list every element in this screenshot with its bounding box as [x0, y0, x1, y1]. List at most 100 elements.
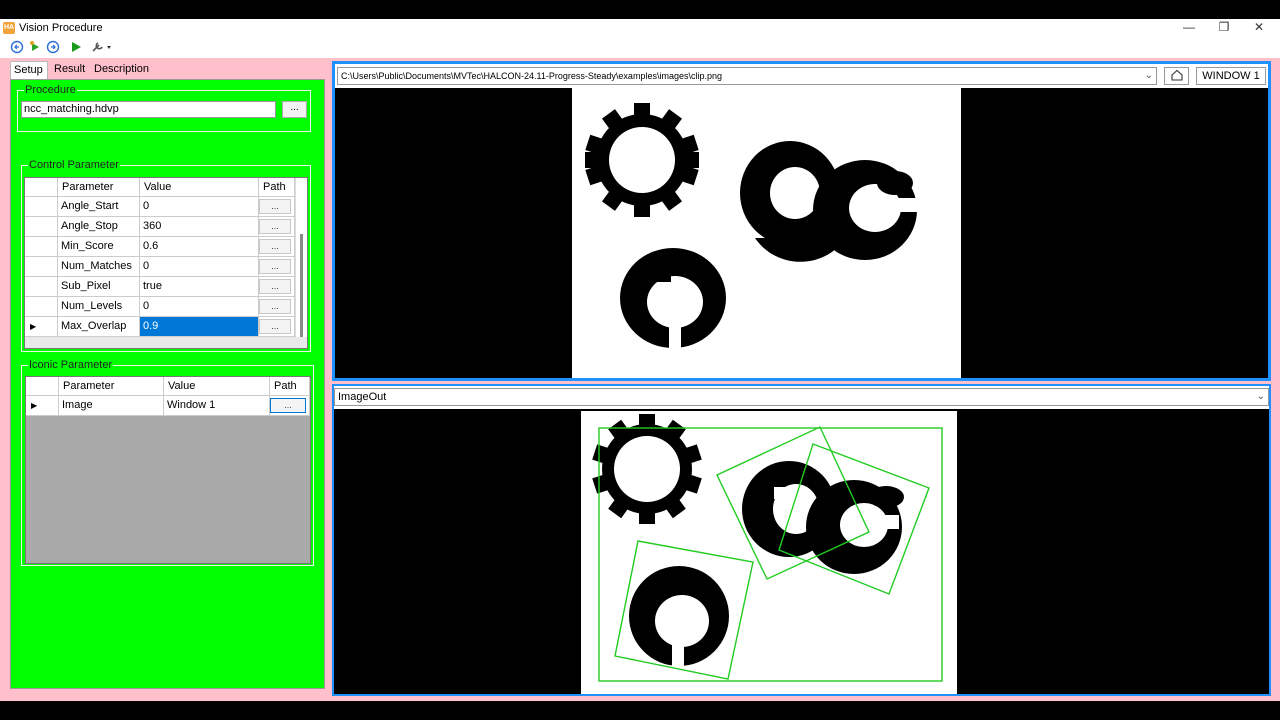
- parameter-value-cell[interactable]: Window 1: [164, 396, 270, 416]
- image-path-dropdown[interactable]: C:\Users\Public\Documents\MVTec\HALCON-2…: [337, 67, 1157, 85]
- table-row[interactable]: Sub_Pixel true...: [25, 277, 295, 297]
- path-browse-button[interactable]: ...: [259, 199, 291, 214]
- path-browse-button[interactable]: ...: [259, 259, 291, 274]
- input-image-viewer: C:\Users\Public\Documents\MVTec\HALCON-2…: [332, 61, 1271, 381]
- parameter-name-cell[interactable]: Min_Score: [58, 237, 140, 257]
- control-parameter-group: Control Parameter Parameter Value Path A…: [21, 159, 311, 352]
- path-cell: ...: [259, 297, 295, 317]
- tab-description[interactable]: Description: [91, 61, 152, 78]
- forward-circle-icon[interactable]: [45, 40, 61, 55]
- path-cell: ...: [259, 217, 295, 237]
- run-step-icon[interactable]: [27, 40, 43, 55]
- table-row[interactable]: Num_Levels 0...: [25, 297, 295, 317]
- parameter-value-cell[interactable]: 0.9: [140, 317, 259, 337]
- path-browse-button[interactable]: ...: [259, 219, 291, 234]
- output-select-dropdown[interactable]: ImageOut ⌄: [334, 388, 1269, 406]
- procedure-browse-button[interactable]: ...: [282, 101, 307, 118]
- toolbar: [0, 37, 1280, 58]
- tab-result[interactable]: Result: [51, 61, 88, 78]
- parameter-name-cell[interactable]: Angle_Start: [58, 197, 140, 217]
- parameter-value-cell[interactable]: 0: [140, 197, 259, 217]
- tab-setup[interactable]: Setup: [10, 61, 48, 80]
- path-browse-button[interactable]: ...: [259, 279, 291, 294]
- table-row[interactable]: ▶ Max_Overlap 0.9...: [25, 317, 295, 337]
- minimize-button[interactable]: —: [1174, 19, 1204, 37]
- path-cell: ...: [259, 257, 295, 277]
- iconic-parameter-group: Iconic Parameter Parameter Value Path ▶ …: [21, 359, 314, 566]
- parameter-value-cell[interactable]: 0.6: [140, 237, 259, 257]
- app-window: HA Vision Procedure — ❐ ✕ Setup Result D…: [0, 19, 1280, 701]
- table-row[interactable]: Angle_Stop 360...: [25, 217, 295, 237]
- table-row[interactable]: Min_Score 0.6...: [25, 237, 295, 257]
- parameter-name-cell[interactable]: Num_Levels: [58, 297, 140, 317]
- parameter-name-cell[interactable]: Max_Overlap: [58, 317, 140, 337]
- maximize-button[interactable]: ❐: [1209, 19, 1239, 37]
- row-marker: [25, 237, 58, 257]
- home-button[interactable]: [1164, 67, 1189, 85]
- window-select-button[interactable]: WINDOW 1: [1196, 67, 1266, 85]
- row-marker: [25, 217, 58, 237]
- row-marker: [25, 197, 58, 217]
- row-marker: ▶: [26, 396, 59, 416]
- table-row[interactable]: Angle_Start 0...: [25, 197, 295, 217]
- parameter-value-cell[interactable]: 0: [140, 297, 259, 317]
- grid-scrollbar[interactable]: [295, 178, 307, 348]
- close-button[interactable]: ✕: [1244, 19, 1274, 37]
- title-bar: HA Vision Procedure — ❐ ✕: [0, 19, 1280, 37]
- window-title: Vision Procedure: [19, 22, 103, 34]
- column-header-parameter[interactable]: Parameter: [58, 178, 140, 197]
- parameter-value-cell[interactable]: 0: [140, 257, 259, 277]
- header-corner: [25, 178, 58, 197]
- procedure-group: Procedure ncc_matching.hdvp ...: [17, 84, 311, 132]
- column-header-path[interactable]: Path: [259, 178, 295, 197]
- bottom-strip: [0, 701, 1280, 720]
- tools-dropdown-icon[interactable]: [90, 40, 114, 55]
- parameter-name-cell[interactable]: Sub_Pixel: [58, 277, 140, 297]
- column-header-path[interactable]: Path: [270, 377, 310, 396]
- iconic-parameter-group-title: Iconic Parameter: [28, 359, 114, 371]
- parameter-value-cell[interactable]: 360: [140, 217, 259, 237]
- input-image-canvas[interactable]: [335, 88, 1268, 378]
- setup-panel: Procedure ncc_matching.hdvp ... Control …: [10, 79, 325, 689]
- header-corner: [26, 377, 59, 396]
- path-browse-button[interactable]: ...: [259, 319, 291, 334]
- control-parameter-grid: Parameter Value Path Angle_Start 0... Angl…: [24, 177, 308, 349]
- chevron-down-icon: ⌄: [1256, 391, 1265, 402]
- output-image-canvas[interactable]: [334, 409, 1269, 694]
- control-parameter-group-title: Control Parameter: [28, 159, 120, 171]
- grid-horizontal-scrollbar[interactable]: [25, 337, 307, 348]
- row-marker: ▶: [25, 317, 58, 337]
- column-header-value[interactable]: Value: [140, 178, 259, 197]
- path-cell: ...: [259, 277, 295, 297]
- scrollbar-thumb[interactable]: [300, 234, 303, 344]
- iconic-parameter-grid: Parameter Value Path ▶ Image Window 1 ..…: [25, 376, 311, 564]
- column-header-value[interactable]: Value: [164, 377, 270, 396]
- path-cell: ...: [259, 237, 295, 257]
- path-cell: ...: [270, 396, 310, 416]
- home-icon: [1170, 69, 1183, 81]
- procedure-file-field[interactable]: ncc_matching.hdvp: [21, 101, 276, 118]
- row-marker: [25, 277, 58, 297]
- table-row[interactable]: Num_Matches 0...: [25, 257, 295, 277]
- app-logo-icon: HA: [3, 22, 15, 34]
- path-cell: ...: [259, 197, 295, 217]
- image-path-text: C:\Users\Public\Documents\MVTec\HALCON-2…: [341, 71, 722, 81]
- parameter-value-cell[interactable]: true: [140, 277, 259, 297]
- play-icon[interactable]: [68, 40, 84, 55]
- parameter-name-cell[interactable]: Angle_Stop: [58, 217, 140, 237]
- grid-header-row: Parameter Value Path: [26, 377, 310, 397]
- parameter-name-cell[interactable]: Image: [59, 396, 164, 416]
- path-browse-button[interactable]: ...: [259, 299, 291, 314]
- output-image-viewer: ImageOut ⌄: [332, 384, 1271, 696]
- row-marker: [25, 257, 58, 277]
- screen: HA Vision Procedure — ❐ ✕ Setup Result D…: [0, 0, 1280, 720]
- column-header-parameter[interactable]: Parameter: [59, 377, 164, 396]
- table-row[interactable]: ▶ Image Window 1 ...: [26, 396, 310, 416]
- path-browse-button[interactable]: ...: [270, 398, 306, 413]
- path-browse-button[interactable]: ...: [259, 239, 291, 254]
- back-circle-icon[interactable]: [9, 40, 25, 55]
- parameter-name-cell[interactable]: Num_Matches: [58, 257, 140, 277]
- clip-shape-2: [813, 160, 917, 260]
- grid-header-row: Parameter Value Path: [25, 178, 295, 198]
- path-cell: ...: [259, 317, 295, 337]
